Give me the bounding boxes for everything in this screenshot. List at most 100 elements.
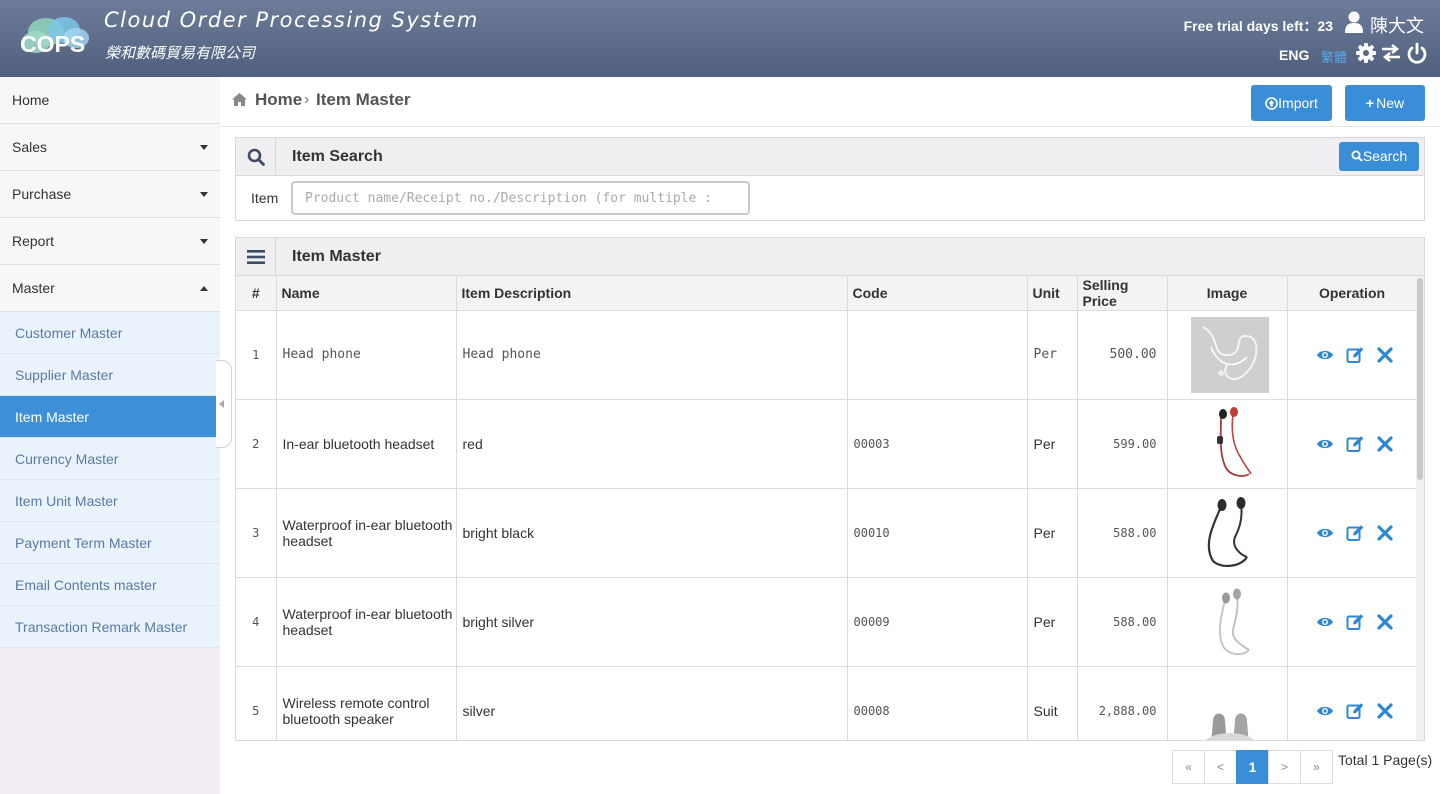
item-description: bright silver <box>456 577 848 667</box>
collapse-arrow-icon <box>219 400 224 408</box>
edit-icon[interactable] <box>1346 702 1364 720</box>
user-name[interactable]: 陳大文 <box>1370 12 1424 38</box>
sidebar-item-label: Report <box>12 233 55 249</box>
search-label: Search <box>1362 148 1408 164</box>
item-image-cell <box>1167 488 1288 578</box>
item-name: In-ear bluetooth headset <box>276 399 457 489</box>
item-code: 00008 <box>847 666 1028 740</box>
item-price: 599.00 <box>1077 399 1168 489</box>
first-page-button[interactable]: « <box>1172 750 1205 784</box>
item-field-label: Item <box>251 190 279 206</box>
sidebar-subitem-transaction-remark-master[interactable]: Transaction Remark Master <box>0 606 220 648</box>
operation-cell <box>1287 310 1418 400</box>
caret-up-icon <box>200 286 208 291</box>
speaker-set-image[interactable] <box>1191 673 1269 742</box>
sidebar-subitem-currency-master[interactable]: Currency Master <box>0 438 220 480</box>
app-title: Cloud Order Processing System <box>104 8 479 32</box>
column-header-number: # <box>236 276 277 311</box>
table-scrollbar[interactable] <box>1416 276 1424 740</box>
view-eye-icon[interactable] <box>1316 613 1334 631</box>
item-master-title: Item Master <box>292 248 381 265</box>
lang-zh-link[interactable]: 繁體 <box>1321 47 1347 66</box>
last-page-button[interactable]: » <box>1300 750 1333 784</box>
sidebar-item-report[interactable]: Report <box>0 218 220 265</box>
total-pages: Total 1 Page(s) <box>1338 752 1433 768</box>
view-eye-icon[interactable] <box>1316 702 1334 720</box>
caret-down-icon <box>200 192 208 197</box>
page-toolbar: Home › Item Master Import + New <box>220 77 1440 127</box>
power-icon[interactable] <box>1406 42 1428 64</box>
prev-page-button[interactable]: < <box>1204 750 1237 784</box>
operation-cell <box>1287 577 1418 667</box>
sidebar-item-home[interactable]: Home <box>0 77 220 124</box>
sidebar-subitem-item-master[interactable]: Item Master <box>0 396 220 438</box>
item-code <box>847 310 1028 400</box>
cops-logo: COPS <box>20 17 89 57</box>
delete-icon[interactable] <box>1376 435 1394 453</box>
company-name: 榮和數碼貿易有限公司 <box>105 45 256 62</box>
delete-icon[interactable] <box>1376 346 1394 364</box>
next-page-button[interactable]: > <box>1268 750 1301 784</box>
item-unit: Per <box>1027 399 1078 489</box>
item-search-panel: Item Search Search Item <box>235 137 1425 221</box>
delete-icon[interactable] <box>1376 702 1394 720</box>
plus-icon: + <box>1365 95 1375 111</box>
black-neckband-earphones-image[interactable] <box>1191 495 1269 571</box>
app-header: COPS Cloud Order Processing System 榮和數碼貿… <box>0 0 1440 77</box>
caret-down-icon <box>200 145 208 150</box>
sidebar-item-sales[interactable]: Sales <box>0 124 220 171</box>
page-1-button[interactable]: 1 <box>1236 750 1269 784</box>
delete-icon[interactable] <box>1376 524 1394 542</box>
sidebar-subitem-email-contents-master[interactable]: Email Contents master <box>0 564 220 606</box>
view-eye-icon[interactable] <box>1316 524 1334 542</box>
switch-arrows-icon[interactable] <box>1380 42 1402 64</box>
scrollbar-thumb[interactable] <box>1417 278 1423 480</box>
new-button[interactable]: + New <box>1345 85 1425 121</box>
delete-icon[interactable] <box>1376 613 1394 631</box>
item-price: 588.00 <box>1077 488 1168 578</box>
item-search-input[interactable] <box>291 181 750 215</box>
sidebar-subitem-payment-term-master[interactable]: Payment Term Master <box>0 522 220 564</box>
wired-earphones-image[interactable] <box>1191 316 1269 393</box>
edit-icon[interactable] <box>1346 435 1364 453</box>
caret-down-icon <box>200 239 208 244</box>
item-unit: Per <box>1027 488 1078 578</box>
view-eye-icon[interactable] <box>1316 435 1334 453</box>
gear-icon[interactable] <box>1355 42 1377 64</box>
silver-neckband-earphones-image[interactable] <box>1191 584 1269 660</box>
item-image-cell <box>1167 577 1288 667</box>
sidebar-subitem-item-unit-master[interactable]: Item Unit Master <box>0 480 220 522</box>
sidebar-item-purchase[interactable]: Purchase <box>0 171 220 218</box>
column-header-unit: Unit <box>1027 276 1078 311</box>
table-header-row: # Name Item Description Code Unit Sellin… <box>236 276 1418 311</box>
item-image-cell <box>1167 666 1288 742</box>
table-row: 4 Waterproof in-ear bluetooth headset br… <box>236 577 1418 667</box>
view-eye-icon[interactable] <box>1316 346 1334 364</box>
breadcrumb-current: Item Master <box>316 90 411 109</box>
sidebar-subitem-customer-master[interactable]: Customer Master <box>0 312 220 354</box>
column-header-image: Image <box>1167 276 1288 311</box>
search-button[interactable]: Search <box>1339 142 1419 171</box>
sidebar-item-master[interactable]: Master <box>0 265 220 312</box>
column-header-name: Name <box>276 276 457 311</box>
item-name: Wireless remote control bluetooth speake… <box>276 666 457 740</box>
operation-cell <box>1287 399 1418 489</box>
item-description: bright black <box>456 488 848 578</box>
edit-icon[interactable] <box>1346 346 1364 364</box>
import-button[interactable]: Import <box>1251 85 1332 121</box>
sidebar-item-label: Sales <box>12 139 48 155</box>
panel-icon-cell <box>236 238 276 276</box>
edit-icon[interactable] <box>1346 613 1364 631</box>
sidebar-subitem-supplier-master[interactable]: Supplier Master <box>0 354 220 396</box>
sidebar-collapse-handle[interactable] <box>216 360 232 448</box>
column-header-selling-price: Selling Price <box>1077 276 1168 311</box>
new-label: New <box>1376 95 1405 111</box>
breadcrumb-home[interactable]: Home <box>255 90 302 110</box>
home-icon <box>232 93 247 106</box>
red-neckband-earphones-image[interactable] <box>1191 406 1269 482</box>
sidebar-item-label: Purchase <box>12 186 72 202</box>
lang-eng-link[interactable]: ENG <box>1279 47 1309 63</box>
edit-icon[interactable] <box>1346 524 1364 542</box>
item-description: red <box>456 399 848 489</box>
search-icon <box>247 148 265 166</box>
